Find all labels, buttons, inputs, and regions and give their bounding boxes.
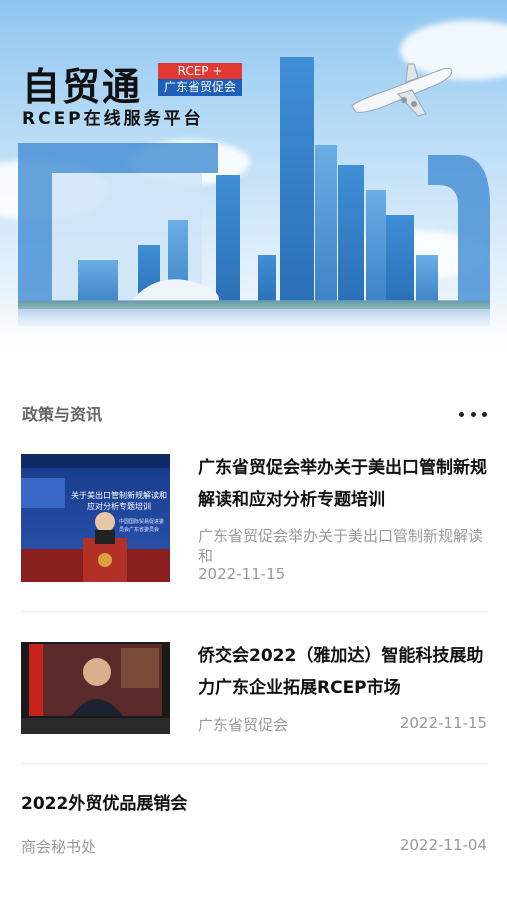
more-dots-icon[interactable] <box>459 412 487 420</box>
news-item[interactable]: 关于美出口管制新规解读和应对分析专题培训 中国国际贸易促进委员会广东省委员会 广… <box>0 452 507 592</box>
news-description: 广东省贸促会举办关于美出口管制新规解读和 <box>198 527 484 565</box>
brand-title: 自贸通 <box>22 65 143 109</box>
divider <box>21 763 487 764</box>
brand-tag: RCEP + 广东省贸促会 <box>158 63 242 96</box>
video-speech-photo <box>21 644 170 734</box>
brand-tag-bottom: 广东省贸促会 <box>158 79 242 96</box>
banner-fade <box>0 300 507 380</box>
dot <box>459 412 464 417</box>
news-thumbnail: 关于美出口管制新规解读和应对分析专题培训 中国国际贸易促进委员会广东省委员会 <box>21 454 170 582</box>
news-date: 2022-11-15 <box>198 565 286 583</box>
divider <box>21 611 487 612</box>
news-title: 广东省贸促会举办关于美出口管制新规解读和应对分析专题培训 <box>198 458 487 510</box>
thumbnail-screen-text: 关于美出口管制新规解读和应对分析专题培训 <box>71 491 167 511</box>
news-title: 侨交会2022（雅加达）智能科技展助力广东企业拓展RCEP市场 <box>198 646 484 698</box>
news-thumbnail <box>21 642 170 734</box>
airplane-icon <box>351 63 453 117</box>
brand-tag-top: RCEP + <box>158 63 242 79</box>
section-title: 政策与资讯 <box>22 405 103 424</box>
hero-banner: 自贸通 RCEP在线服务平台 RCEP + 广东省贸促会 <box>0 0 507 380</box>
news-source: 广东省贸促会 <box>198 716 289 734</box>
news-date: 2022-11-15 <box>399 714 487 732</box>
news-title: 2022外贸优品展销会 <box>21 794 188 814</box>
news-item[interactable]: 侨交会2022（雅加达）智能科技展助力广东企业拓展RCEP市场 广东省贸促会 2… <box>0 640 507 740</box>
dot <box>482 412 487 417</box>
news-date: 2022-11-04 <box>399 836 487 854</box>
news-item[interactable]: 2022外贸优品展销会 商会秘书处 2022-11-04 <box>0 790 507 860</box>
dot <box>470 412 476 417</box>
thumbnail-side-text: 中国国际贸易促进委员会广东省委员会 <box>119 519 165 533</box>
news-source: 商会秘书处 <box>21 838 97 856</box>
brand-subtitle: RCEP在线服务平台 <box>22 109 204 129</box>
